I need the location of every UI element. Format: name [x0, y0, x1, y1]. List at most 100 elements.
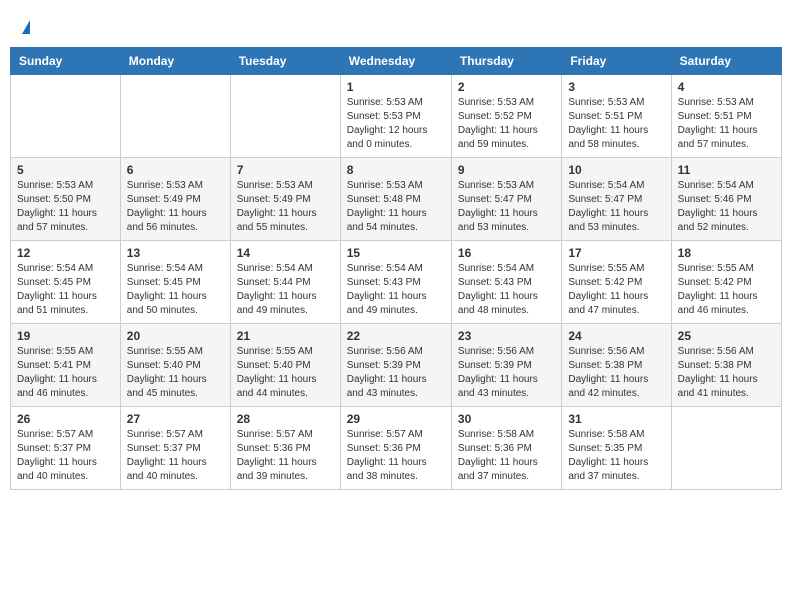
calendar-cell: 4Sunrise: 5:53 AM Sunset: 5:51 PM Daylig… [671, 75, 781, 158]
calendar-header-friday: Friday [562, 48, 671, 75]
day-info: Sunrise: 5:53 AM Sunset: 5:49 PM Dayligh… [127, 179, 224, 235]
calendar-cell: 15Sunrise: 5:54 AM Sunset: 5:43 PM Dayli… [340, 241, 451, 324]
calendar-week-row: 5 Sunrise: 5:53 AM Sunset: 5:50 PM Daylig… [11, 158, 782, 241]
day-info: Sunrise: 5:56 AM Sunset: 5:38 PM Dayligh… [568, 345, 664, 401]
day-number: 21 [237, 329, 334, 343]
logo-triangle-icon [22, 20, 30, 34]
calendar-header-sunday: Sunday [11, 48, 121, 75]
calendar-header-row: SundayMondayTuesdayWednesdayThursdayFrid… [11, 48, 782, 75]
day-info: Sunrise: 5:53 AM Sunset: 5:51 PM Dayligh… [568, 96, 664, 152]
calendar-cell: 17 Sunrise: 5:55 AM Sunset: 5:42 PM Dayli… [562, 241, 671, 324]
day-number: 22 [347, 329, 445, 343]
day-info: Sunrise: 5:54 AM Sunset: 5:45 PM Dayligh… [17, 262, 114, 318]
day-info: Sunrise: 5:53 AM Sunset: 5:49 PM Dayligh… [237, 179, 334, 235]
calendar-week-row: 19Sunrise: 5:55 AM Sunset: 5:41 PM Dayli… [11, 324, 782, 407]
day-info: Sunrise: 5:53 AM Sunset: 5:51 PM Dayligh… [678, 96, 775, 152]
day-info: Sunrise: 5:58 AM Sunset: 5:36 PM Dayligh… [458, 428, 555, 484]
calendar-cell: 6 Sunrise: 5:53 AM Sunset: 5:49 PM Daylig… [120, 158, 230, 241]
day-number: 1 [347, 80, 445, 94]
day-number: 20 [127, 329, 224, 343]
calendar-week-row: 26 Sunrise: 5:57 AM Sunset: 5:37 PM Dayli… [11, 407, 782, 490]
day-info: Sunrise: 5:55 AM Sunset: 5:42 PM Dayligh… [678, 262, 775, 318]
day-number: 19 [17, 329, 114, 343]
day-number: 30 [458, 412, 555, 426]
calendar-week-row: 1 Sunrise: 5:53 AM Sunset: 5:53 PM Daylig… [11, 75, 782, 158]
day-number: 11 [678, 163, 775, 177]
day-info: Sunrise: 5:56 AM Sunset: 5:38 PM Dayligh… [678, 345, 775, 401]
calendar-cell: 22 Sunrise: 5:56 AM Sunset: 5:39 PM Dayli… [340, 324, 451, 407]
day-info: Sunrise: 5:53 AM Sunset: 5:50 PM Dayligh… [17, 179, 114, 235]
calendar-cell: 30 Sunrise: 5:58 AM Sunset: 5:36 PM Dayli… [451, 407, 561, 490]
day-info: Sunrise: 5:57 AM Sunset: 5:36 PM Dayligh… [347, 428, 445, 484]
calendar-cell: 21 Sunrise: 5:55 AM Sunset: 5:40 PM Dayli… [230, 324, 340, 407]
calendar-cell: 27 Sunrise: 5:57 AM Sunset: 5:37 PM Dayli… [120, 407, 230, 490]
calendar-cell: 24Sunrise: 5:56 AM Sunset: 5:38 PM Dayli… [562, 324, 671, 407]
day-info: Sunrise: 5:57 AM Sunset: 5:37 PM Dayligh… [127, 428, 224, 484]
day-number: 8 [347, 163, 445, 177]
calendar-cell: 25Sunrise: 5:56 AM Sunset: 5:38 PM Dayli… [671, 324, 781, 407]
calendar-cell [120, 75, 230, 158]
calendar-cell: 11 Sunrise: 5:54 AM Sunset: 5:46 PM Dayli… [671, 158, 781, 241]
day-info: Sunrise: 5:54 AM Sunset: 5:44 PM Dayligh… [237, 262, 334, 318]
calendar-cell [11, 75, 121, 158]
day-number: 3 [568, 80, 664, 94]
calendar-cell: 1 Sunrise: 5:53 AM Sunset: 5:53 PM Daylig… [340, 75, 451, 158]
day-number: 26 [17, 412, 114, 426]
calendar-header-monday: Monday [120, 48, 230, 75]
day-number: 27 [127, 412, 224, 426]
calendar-cell: 2Sunrise: 5:53 AM Sunset: 5:52 PM Daylig… [451, 75, 561, 158]
calendar-cell: 31 Sunrise: 5:58 AM Sunset: 5:35 PM Dayli… [562, 407, 671, 490]
day-number: 17 [568, 246, 664, 260]
day-number: 5 [17, 163, 114, 177]
calendar-header-wednesday: Wednesday [340, 48, 451, 75]
day-number: 31 [568, 412, 664, 426]
day-info: Sunrise: 5:58 AM Sunset: 5:35 PM Dayligh… [568, 428, 664, 484]
day-info: Sunrise: 5:54 AM Sunset: 5:43 PM Dayligh… [458, 262, 555, 318]
calendar-cell: 13 Sunrise: 5:54 AM Sunset: 5:45 PM Dayli… [120, 241, 230, 324]
calendar-cell: 20 Sunrise: 5:55 AM Sunset: 5:40 PM Dayli… [120, 324, 230, 407]
calendar-cell: 12Sunrise: 5:54 AM Sunset: 5:45 PM Dayli… [11, 241, 121, 324]
day-info: Sunrise: 5:53 AM Sunset: 5:53 PM Dayligh… [347, 96, 445, 152]
day-info: Sunrise: 5:54 AM Sunset: 5:47 PM Dayligh… [568, 179, 664, 235]
day-info: Sunrise: 5:57 AM Sunset: 5:37 PM Dayligh… [17, 428, 114, 484]
day-info: Sunrise: 5:55 AM Sunset: 5:40 PM Dayligh… [237, 345, 334, 401]
calendar-cell: 5 Sunrise: 5:53 AM Sunset: 5:50 PM Daylig… [11, 158, 121, 241]
calendar-cell: 26 Sunrise: 5:57 AM Sunset: 5:37 PM Dayli… [11, 407, 121, 490]
calendar-cell: 3 Sunrise: 5:53 AM Sunset: 5:51 PM Daylig… [562, 75, 671, 158]
day-info: Sunrise: 5:55 AM Sunset: 5:42 PM Dayligh… [568, 262, 664, 318]
page-header [10, 10, 782, 39]
day-number: 18 [678, 246, 775, 260]
day-info: Sunrise: 5:55 AM Sunset: 5:40 PM Dayligh… [127, 345, 224, 401]
day-info: Sunrise: 5:53 AM Sunset: 5:48 PM Dayligh… [347, 179, 445, 235]
logo [20, 20, 30, 34]
day-number: 6 [127, 163, 224, 177]
day-info: Sunrise: 5:54 AM Sunset: 5:45 PM Dayligh… [127, 262, 224, 318]
calendar-cell: 14 Sunrise: 5:54 AM Sunset: 5:44 PM Dayli… [230, 241, 340, 324]
day-number: 16 [458, 246, 555, 260]
day-info: Sunrise: 5:56 AM Sunset: 5:39 PM Dayligh… [347, 345, 445, 401]
calendar-cell: 16 Sunrise: 5:54 AM Sunset: 5:43 PM Dayli… [451, 241, 561, 324]
day-info: Sunrise: 5:57 AM Sunset: 5:36 PM Dayligh… [237, 428, 334, 484]
day-info: Sunrise: 5:54 AM Sunset: 5:46 PM Dayligh… [678, 179, 775, 235]
calendar-header-tuesday: Tuesday [230, 48, 340, 75]
day-number: 23 [458, 329, 555, 343]
day-info: Sunrise: 5:53 AM Sunset: 5:47 PM Dayligh… [458, 179, 555, 235]
day-info: Sunrise: 5:56 AM Sunset: 5:39 PM Dayligh… [458, 345, 555, 401]
calendar-cell: 7 Sunrise: 5:53 AM Sunset: 5:49 PM Daylig… [230, 158, 340, 241]
calendar-cell: 29 Sunrise: 5:57 AM Sunset: 5:36 PM Dayli… [340, 407, 451, 490]
calendar-cell: 18 Sunrise: 5:55 AM Sunset: 5:42 PM Dayli… [671, 241, 781, 324]
day-number: 9 [458, 163, 555, 177]
day-number: 7 [237, 163, 334, 177]
calendar-cell: 19Sunrise: 5:55 AM Sunset: 5:41 PM Dayli… [11, 324, 121, 407]
day-number: 2 [458, 80, 555, 94]
calendar-cell [230, 75, 340, 158]
day-number: 14 [237, 246, 334, 260]
day-number: 29 [347, 412, 445, 426]
day-info: Sunrise: 5:54 AM Sunset: 5:43 PM Dayligh… [347, 262, 445, 318]
day-number: 28 [237, 412, 334, 426]
calendar-cell: 23 Sunrise: 5:56 AM Sunset: 5:39 PM Dayli… [451, 324, 561, 407]
day-number: 10 [568, 163, 664, 177]
day-number: 13 [127, 246, 224, 260]
calendar-cell: 8 Sunrise: 5:53 AM Sunset: 5:48 PM Daylig… [340, 158, 451, 241]
calendar-table: SundayMondayTuesdayWednesdayThursdayFrid… [10, 47, 782, 490]
